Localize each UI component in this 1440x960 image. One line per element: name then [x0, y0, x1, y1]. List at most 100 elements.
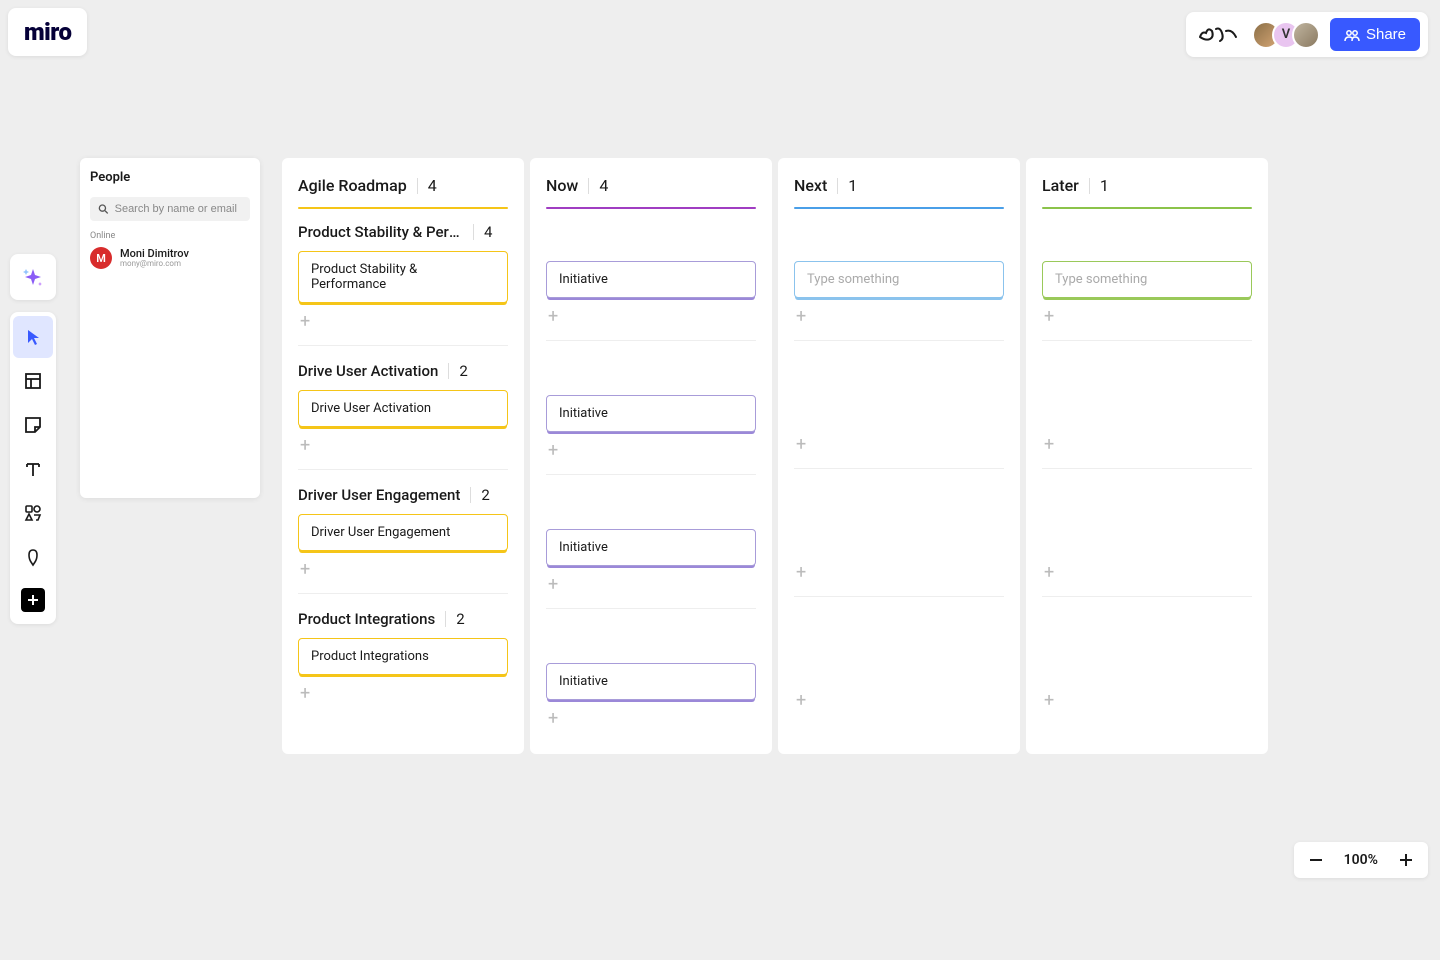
- section: +: [1042, 613, 1252, 724]
- column-next: Next 1 Type something + + + +: [778, 158, 1020, 754]
- column-title: Agile Roadmap: [298, 176, 407, 195]
- template-tool[interactable]: [13, 360, 53, 402]
- section-title: Drive User Activation: [298, 362, 438, 380]
- card[interactable]: Initiative: [546, 663, 756, 700]
- add-card-button[interactable]: +: [794, 304, 1004, 340]
- add-card-button[interactable]: +: [546, 304, 756, 340]
- plus-icon: [1398, 852, 1414, 868]
- add-card-button[interactable]: +: [794, 560, 1004, 596]
- logo: miro: [24, 18, 71, 46]
- add-card-button[interactable]: +: [298, 557, 508, 593]
- divider: [417, 178, 418, 194]
- board: Agile Roadmap 4 Product Stability & Perf…: [282, 158, 1268, 754]
- section-header[interactable]: Driver User Engagement 2: [298, 486, 508, 504]
- column-title: Now: [546, 176, 578, 195]
- section-divider: [1042, 340, 1252, 341]
- share-button[interactable]: Share: [1330, 18, 1420, 51]
- zoom-out-button[interactable]: [1304, 848, 1328, 872]
- divider: [473, 224, 474, 240]
- zoom-level[interactable]: 100%: [1344, 852, 1378, 868]
- section: Initiative +: [546, 357, 756, 475]
- section-divider: [546, 340, 756, 341]
- select-tool[interactable]: [13, 316, 53, 358]
- sticky-icon: [23, 415, 43, 435]
- add-card-button[interactable]: +: [1042, 688, 1252, 724]
- search-input[interactable]: [115, 203, 242, 215]
- card[interactable]: Product Integrations: [298, 638, 508, 675]
- avatar-3[interactable]: [1292, 21, 1320, 49]
- template-icon: [23, 371, 43, 391]
- people-panel: People Online M Moni Dimitrov mony@miro.…: [80, 158, 260, 498]
- add-card-button[interactable]: +: [546, 572, 756, 608]
- section: Initiative +: [546, 625, 756, 742]
- person-info: Moni Dimitrov mony@miro.com: [120, 248, 189, 269]
- toolbar: [10, 312, 56, 624]
- column-title: Next: [794, 176, 827, 195]
- add-card-button[interactable]: +: [794, 688, 1004, 724]
- header-right: V Share: [1186, 12, 1428, 57]
- add-card-button[interactable]: +: [1042, 432, 1252, 468]
- add-card-button[interactable]: +: [546, 706, 756, 742]
- person-email: mony@miro.com: [120, 260, 189, 269]
- card-placeholder[interactable]: Type something: [1042, 261, 1252, 298]
- add-card-button[interactable]: +: [298, 433, 508, 469]
- section-divider: [298, 345, 508, 346]
- text-tool[interactable]: [13, 448, 53, 490]
- section-header[interactable]: Product Stability & Perfor… 4: [298, 223, 508, 241]
- people-title: People: [90, 170, 250, 185]
- zoom-in-button[interactable]: [1394, 848, 1418, 872]
- add-card-button[interactable]: +: [794, 432, 1004, 468]
- shapes-tool[interactable]: [13, 492, 53, 534]
- plus-icon: [26, 593, 40, 607]
- column-count: 1: [848, 176, 857, 195]
- section-divider: [794, 468, 1004, 469]
- logo-box[interactable]: miro: [8, 8, 87, 56]
- zoom-control: 100%: [1294, 842, 1428, 878]
- sticky-tool[interactable]: [13, 404, 53, 446]
- section-engagement: Driver User Engagement 2 Driver User Eng…: [298, 486, 508, 594]
- section-header[interactable]: Drive User Activation 2: [298, 362, 508, 380]
- card[interactable]: Initiative: [546, 261, 756, 298]
- divider: [445, 611, 446, 627]
- column-agile-roadmap: Agile Roadmap 4 Product Stability & Perf…: [282, 158, 524, 754]
- card[interactable]: Drive User Activation: [298, 390, 508, 427]
- add-card-button[interactable]: +: [546, 438, 756, 474]
- section-stability: Product Stability & Perfor… 4 Product St…: [298, 223, 508, 346]
- column-rule: [298, 207, 508, 209]
- column-header[interactable]: Next 1: [794, 176, 1004, 195]
- column-count: 4: [599, 176, 608, 195]
- section: +: [794, 357, 1004, 469]
- divider: [837, 178, 838, 194]
- column-count: 4: [428, 176, 437, 195]
- card[interactable]: Initiative: [546, 395, 756, 432]
- column-header[interactable]: Later 1: [1042, 176, 1252, 195]
- section-divider: [546, 474, 756, 475]
- section-divider: [794, 596, 1004, 597]
- divider: [588, 178, 589, 194]
- section-count: 2: [456, 610, 464, 628]
- add-card-button[interactable]: +: [298, 309, 508, 345]
- card[interactable]: Initiative: [546, 529, 756, 566]
- section-header[interactable]: Product Integrations 2: [298, 610, 508, 628]
- add-tool[interactable]: [21, 588, 45, 612]
- column-header[interactable]: Agile Roadmap 4: [298, 176, 508, 195]
- column-header[interactable]: Now 4: [546, 176, 756, 195]
- divider: [470, 487, 471, 503]
- add-card-button[interactable]: +: [298, 681, 508, 717]
- reactions-icon[interactable]: [1194, 20, 1242, 50]
- pen-tool[interactable]: [13, 536, 53, 578]
- section: +: [794, 613, 1004, 724]
- search-icon: [98, 203, 109, 215]
- search-box[interactable]: [90, 197, 250, 221]
- person-row[interactable]: M Moni Dimitrov mony@miro.com: [90, 247, 250, 269]
- column-later: Later 1 Type something + + + +: [1026, 158, 1268, 754]
- card[interactable]: Product Stability & Performance: [298, 251, 508, 303]
- card[interactable]: Driver User Engagement: [298, 514, 508, 551]
- add-card-button[interactable]: +: [1042, 304, 1252, 340]
- column-rule: [794, 207, 1004, 209]
- add-card-button[interactable]: +: [1042, 560, 1252, 596]
- ai-tool-button[interactable]: [10, 254, 56, 300]
- section: Type something +: [794, 223, 1004, 341]
- card-placeholder[interactable]: Type something: [794, 261, 1004, 298]
- pen-icon: [23, 547, 43, 567]
